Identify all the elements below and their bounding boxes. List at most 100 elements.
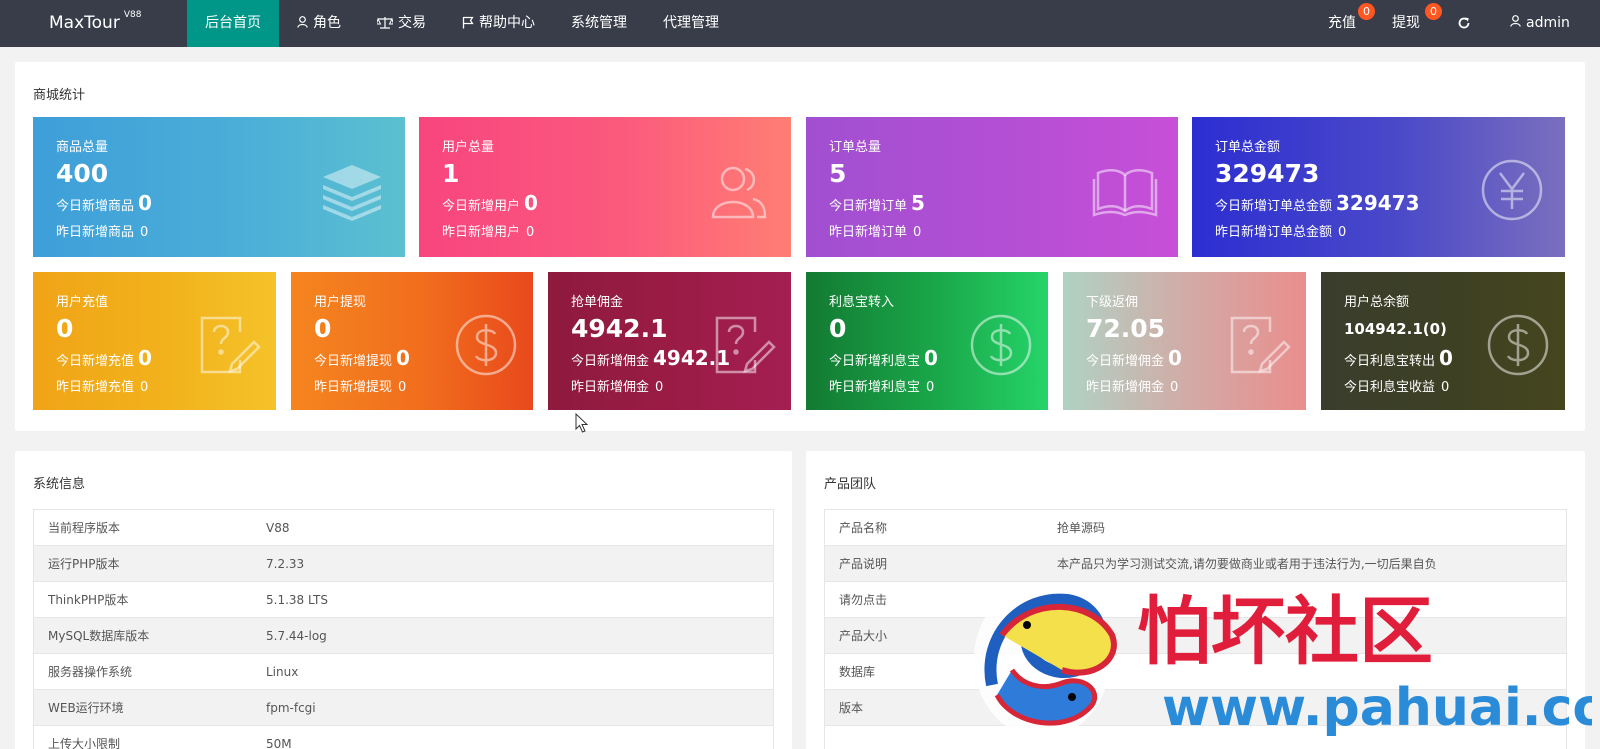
main-nav: 后台首页 角色 交易 帮助中心 系统管理 代理管理 (187, 0, 737, 47)
stat-card-rebate[interactable]: 下级返佣 72.05 今日新增佣金 0 昨日新增佣金 0 (1063, 272, 1306, 410)
nav-label: 系统管理 (571, 15, 627, 31)
card-today: 今日新增用户 0 (442, 191, 538, 215)
users-icon (705, 157, 771, 223)
stat-card-products[interactable]: 商品总量 400 今日新增商品 0 昨日新增商品 0 (33, 117, 405, 257)
nav-label: 帮助中心 (479, 15, 535, 31)
nav-item-help[interactable]: 帮助中心 (444, 0, 553, 47)
system-info-panel: 系统信息 当前程序版本 V88 运行PHP版本 7.2.33 ThinkPHP版本 5… (15, 451, 792, 749)
nav-label: 角色 (313, 15, 341, 31)
yen-icon (1479, 157, 1545, 223)
top-navbar: MaxTour V88 后台首页 角色 交易 帮助中心 系统管理 代理管理 充值… (0, 0, 1600, 47)
nav-item-trade[interactable]: 交易 (359, 0, 444, 47)
nav-item-system[interactable]: 系统管理 (553, 0, 645, 47)
table-row: 运行PHP版本 7.2.33 (34, 546, 773, 582)
stat-card-commission[interactable]: 抢单佣金 4942.1 今日新增佣金 4942.1 昨日新增佣金 0 (548, 272, 791, 410)
recharge-link[interactable]: 充值 (1328, 0, 1356, 47)
nav-label: 代理管理 (663, 15, 719, 31)
dollar-icon (1485, 312, 1551, 378)
book-icon (1092, 157, 1158, 223)
card-label: 商品总量 (56, 140, 109, 155)
username: admin (1526, 15, 1570, 31)
refresh-icon[interactable] (1457, 16, 1471, 32)
card-label: 订单总量 (829, 140, 882, 155)
watermark-fish-logo-icon (974, 582, 1117, 738)
card-label: 用户总量 (442, 140, 495, 155)
mouse-cursor-icon (575, 412, 589, 433)
table-row: MySQL数据库版本 5.7.44-log (34, 618, 773, 654)
card-value: 0 (314, 314, 332, 343)
withdraw-link[interactable]: 提现 (1392, 0, 1420, 47)
recharge-badge: 0 (1358, 3, 1375, 20)
system-info-table: 当前程序版本 V88 运行PHP版本 7.2.33 ThinkPHP版本 5.1.38… (33, 509, 774, 749)
card-today: 今日新增提现 0 (314, 346, 410, 370)
edit-doc-icon (1226, 312, 1292, 378)
card-yesterday: 昨日新增订单 0 (829, 225, 922, 240)
watermark: 怕坏社区 www.pahuai.com (972, 575, 1600, 745)
stat-card-order-amount[interactable]: 订单总金额 329473 今日新增订单总金额 329473 昨日新增订单总金额 0 (1192, 117, 1565, 257)
card-today: 今日新增佣金 0 (1086, 346, 1182, 370)
card-today: 今日新增利息宝 0 (829, 346, 938, 370)
stat-card-recharge[interactable]: 用户充值 0 今日新增充值 0 昨日新增充值 0 (33, 272, 276, 410)
stat-card-orders[interactable]: 订单总量 5 今日新增订单 5 昨日新增订单 0 (806, 117, 1178, 257)
card-label: 利息宝转入 (829, 295, 895, 310)
table-row: WEB运行环境 fpm-fcgi (34, 690, 773, 726)
recharge-label: 充值 (1328, 15, 1356, 31)
nav-item-home[interactable]: 后台首页 (187, 0, 279, 47)
card-label: 抢单佣金 (571, 295, 624, 310)
watermark-url: www.pahuai.com (1162, 678, 1592, 738)
table-row: 上传大小限制 50M (34, 726, 773, 749)
product-team-title: 产品团队 (824, 477, 877, 492)
card-today: 今日新增订单 5 (829, 191, 925, 215)
app-logo[interactable]: MaxTour V88 (49, 10, 142, 33)
table-row: 服务器操作系统 Linux (34, 654, 773, 690)
card-value: 4942.1 (571, 314, 668, 343)
card-value: 104942.1(0) (1344, 320, 1447, 338)
card-value: 5 (829, 159, 847, 188)
card-value: 400 (56, 159, 109, 188)
stat-card-users[interactable]: 用户总量 1 今日新增用户 0 昨日新增用户 0 (419, 117, 791, 257)
watermark-title: 怕坏社区 (1137, 589, 1433, 675)
card-yesterday: 昨日新增提现 0 (314, 380, 407, 395)
card-yesterday: 昨日新增用户 0 (442, 225, 535, 240)
stat-card-interest-in[interactable]: 利息宝转入 0 今日新增利息宝 0 昨日新增利息宝 0 (806, 272, 1048, 410)
dollar-icon (968, 312, 1034, 378)
table-row: ThinkPHP版本 5.1.38 LTS (34, 582, 773, 618)
user-icon (1510, 0, 1521, 47)
card-yesterday: 昨日新增订单总金额 0 (1215, 225, 1347, 240)
nav-item-agent[interactable]: 代理管理 (645, 0, 737, 47)
stat-card-withdraw[interactable]: 用户提现 0 今日新增提现 0 昨日新增提现 0 (291, 272, 533, 410)
dollar-icon (453, 312, 519, 378)
card-yesterday: 昨日新增佣金 0 (1086, 380, 1179, 395)
card-label: 订单总金额 (1215, 140, 1281, 155)
stats-title: 商城统计 (33, 88, 86, 103)
user-icon (297, 16, 308, 31)
stat-card-balance[interactable]: 用户总余额 104942.1(0) 今日利息宝转出 0 今日利息宝收益 0 (1321, 272, 1565, 410)
logo-version: V88 (123, 10, 142, 21)
flag-icon (462, 16, 474, 32)
card-yesterday: 昨日新增佣金 0 (571, 380, 664, 395)
card-today: 今日新增充值 0 (56, 346, 152, 370)
nav-label: 后台首页 (205, 15, 261, 31)
card-value: 0 (829, 314, 847, 343)
logo-text: MaxTour (49, 13, 120, 33)
card-label: 用户充值 (56, 295, 109, 310)
stats-panel: 商城统计 商品总量 400 今日新增商品 0 昨日新增商品 0 用户总量 1 今日新… (15, 62, 1585, 431)
card-today: 今日利息宝转出 0 (1344, 346, 1453, 370)
card-yesterday: 昨日新增利息宝 0 (829, 380, 935, 395)
withdraw-badge: 0 (1425, 3, 1442, 20)
nav-label: 交易 (398, 15, 426, 31)
card-value: 72.05 (1086, 314, 1166, 343)
nav-item-role[interactable]: 角色 (279, 0, 359, 47)
card-yesterday: 昨日新增商品 0 (56, 225, 149, 240)
user-menu[interactable]: admin (1510, 0, 1570, 47)
table-row: 当前程序版本 V88 (34, 510, 773, 546)
card-value: 329473 (1215, 159, 1320, 188)
edit-doc-icon (711, 312, 777, 378)
card-label: 用户总余额 (1344, 295, 1410, 310)
card-today: 今日新增佣金 4942.1 (571, 346, 731, 370)
card-value: 0 (56, 314, 74, 343)
layers-icon (319, 157, 385, 223)
card-yesterday: 今日利息宝收益 0 (1344, 380, 1450, 395)
scale-icon (375, 16, 395, 32)
system-info-title: 系统信息 (33, 477, 86, 492)
